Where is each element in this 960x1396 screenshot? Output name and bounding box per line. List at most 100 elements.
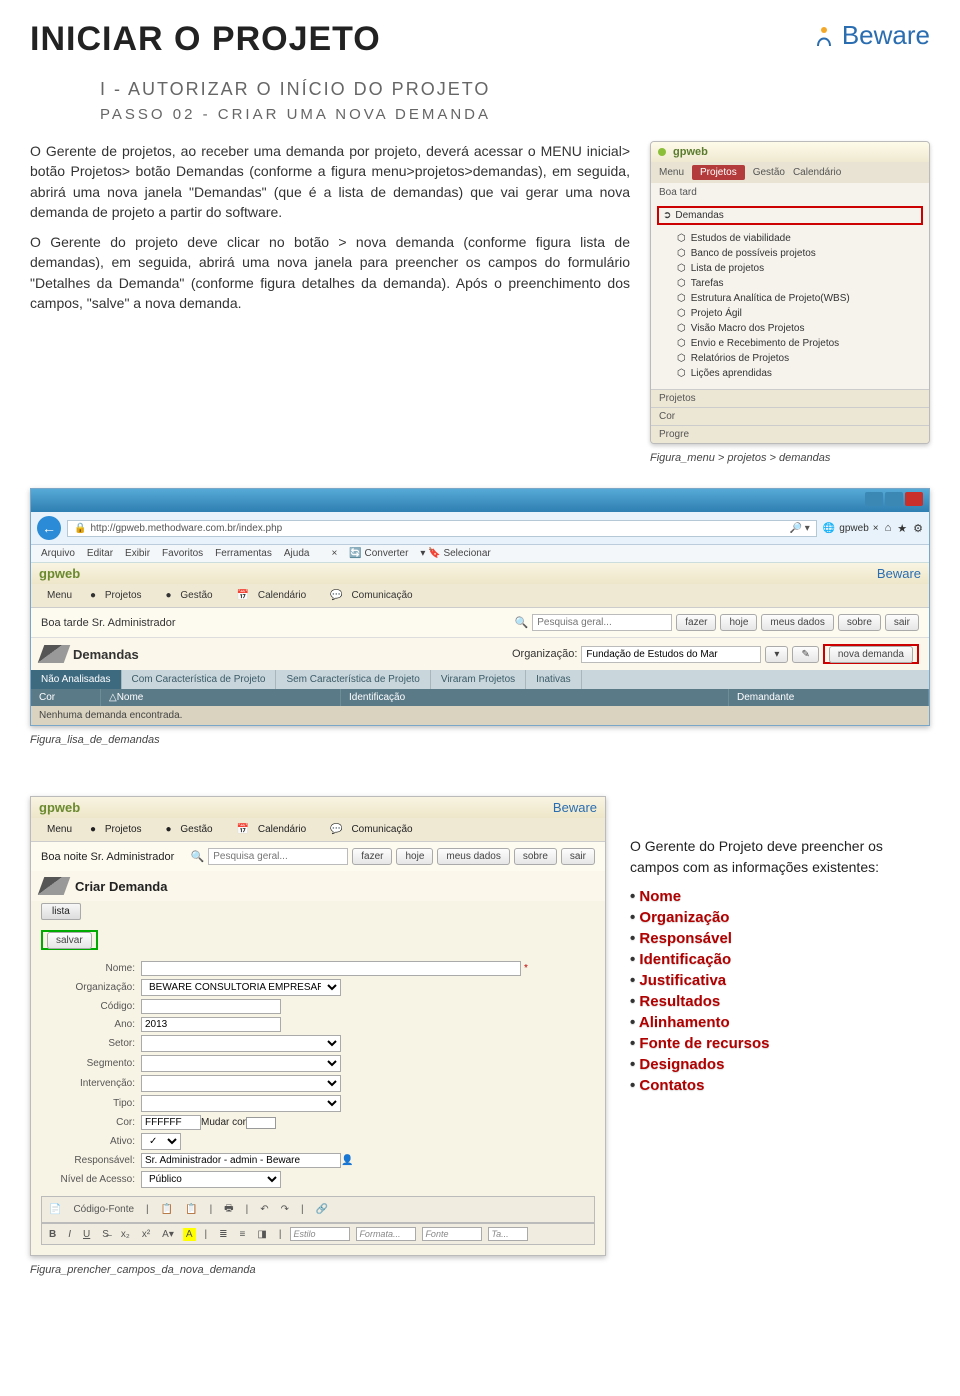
list-item[interactable]: ⬡Visão Macro dos Projetos: [677, 321, 923, 336]
rte-toolbar-2[interactable]: BIUS̶x₂x²A▾A|≣≡◨|: [41, 1223, 595, 1245]
back-icon[interactable]: ←: [37, 516, 61, 540]
list-item[interactable]: ⬡Envio e Recebimento de Projetos: [677, 336, 923, 351]
ativo-select[interactable]: ✓: [141, 1133, 181, 1150]
org-input[interactable]: [581, 646, 761, 663]
submenu-list: ⬡Estudos de viabilidade ⬡Banco de possív…: [651, 229, 929, 389]
codigo-label: Código:: [41, 1001, 141, 1012]
app-name: gpweb: [39, 800, 80, 815]
paragraph-1: O Gerente de projetos, ao receber uma de…: [30, 141, 630, 222]
meus-dados-button[interactable]: meus dados: [761, 614, 833, 631]
gear-icon[interactable]: ⚙: [913, 522, 923, 535]
segmento-select[interactable]: [141, 1055, 341, 1072]
empty-state: Nenhuma demanda encontrada.: [31, 706, 929, 725]
field-list: Nome Organização Responsável Identificaç…: [630, 886, 930, 1096]
sair-button[interactable]: sair: [561, 848, 595, 865]
cor-input[interactable]: [141, 1115, 201, 1130]
sair-button[interactable]: sair: [885, 614, 919, 631]
main-tabs[interactable]: Menu ● Projetos ● Gestão 📅 Calendário 💬 …: [31, 584, 929, 608]
search-input[interactable]: [208, 848, 348, 865]
rte-toolbar-1[interactable]: 📄Código-Fonte|📋📋|🖶|↶↷|🔗: [41, 1196, 595, 1223]
list-item[interactable]: ⬡Relatórios de Projetos: [677, 351, 923, 366]
mudar-cor[interactable]: Mudar cor: [201, 1117, 246, 1128]
salvar-button[interactable]: salvar: [47, 932, 92, 949]
list-item[interactable]: ⬡Tarefas: [677, 276, 923, 291]
nova-demanda-button[interactable]: nova demanda: [829, 646, 913, 663]
responsavel-input[interactable]: [141, 1153, 341, 1168]
org-select[interactable]: BEWARE CONSULTORIA EMPRESARIAL LTDA: [141, 979, 341, 996]
field-item: Alinhamento: [630, 1012, 930, 1033]
browser-tab[interactable]: 🌐gpweb×: [823, 523, 879, 534]
greeting: Boa tard: [651, 183, 929, 202]
figure3-caption: Figura_prencher_campos_da_nova_demanda: [30, 1264, 606, 1276]
pencil-icon: [38, 645, 71, 663]
list-item[interactable]: ⬡Estrutura Analítica de Projeto(WBS): [677, 291, 923, 306]
fazer-button[interactable]: fazer: [352, 848, 392, 865]
hoje-button[interactable]: hoje: [396, 848, 433, 865]
tipo-label: Tipo:: [41, 1098, 141, 1109]
user-picker-icon[interactable]: 👤: [341, 1155, 353, 1166]
home-icon[interactable]: ⌂: [885, 522, 892, 534]
lista-tab[interactable]: lista: [41, 903, 81, 920]
field-item: Responsável: [630, 928, 930, 949]
nome-label: Nome:: [41, 963, 141, 974]
sobre-button[interactable]: sobre: [514, 848, 557, 865]
ano-input[interactable]: [141, 1017, 281, 1032]
nivel-select[interactable]: Público: [141, 1171, 281, 1188]
beware-icon: [812, 24, 836, 48]
segmento-label: Segmento:: [41, 1058, 141, 1069]
form-criar-demanda: Nome:* Organização:BEWARE CONSULTORIA EM…: [31, 954, 605, 1255]
intervencao-select[interactable]: [141, 1075, 341, 1092]
search-input[interactable]: [532, 614, 672, 631]
figure-lista-demandas: ← 🔒 http://gpweb.methodware.com.br/index…: [30, 488, 930, 726]
codigo-input[interactable]: [141, 999, 281, 1014]
field-item: Resultados: [630, 991, 930, 1012]
list-item[interactable]: ⬡Projeto Ágil: [677, 306, 923, 321]
figure2-caption: Figura_lisa_de_demandas: [30, 734, 930, 746]
section-title: I - AUTORIZAR O INÍCIO DO PROJETO: [100, 79, 930, 100]
figure-menu-projetos-demandas: gpweb Menu Projetos Gestão Calendário Bo…: [650, 141, 930, 444]
meus-dados-button[interactable]: meus dados: [437, 848, 509, 865]
sobre-button[interactable]: sobre: [838, 614, 881, 631]
tab-projetos[interactable]: Projetos: [692, 165, 745, 180]
greeting: Boa noite Sr. Administrador: [41, 851, 174, 863]
filter-tabs[interactable]: Não Analisadas Com Característica de Pro…: [31, 670, 929, 689]
rte-formata[interactable]: [356, 1227, 416, 1241]
tab-gestao[interactable]: Gestão: [753, 167, 785, 178]
main-tabs[interactable]: Menu ● Projetos ● Gestão 📅 Calendário 💬 …: [31, 818, 605, 842]
intervencao-label: Intervenção:: [41, 1078, 141, 1089]
side-progre: Progre: [651, 425, 929, 443]
arrow-icon: ➲: [663, 210, 671, 221]
tab-calendario[interactable]: Calendário: [793, 167, 841, 178]
rte-ta[interactable]: [488, 1227, 528, 1241]
org-dropdown[interactable]: ▾: [765, 646, 788, 663]
org-search[interactable]: ✎: [792, 646, 818, 663]
body-text: O Gerente de projetos, ao receber uma de…: [30, 141, 630, 464]
tipo-select[interactable]: [141, 1095, 341, 1112]
window-controls[interactable]: [863, 492, 923, 509]
rte-estilo[interactable]: [290, 1227, 350, 1241]
demandas-title: Demandas: [73, 647, 139, 662]
ie-menubar[interactable]: ArquivoEditarExibirFavoritosFerramentasA…: [31, 545, 929, 563]
tab-menu[interactable]: Menu: [659, 167, 684, 178]
list-item[interactable]: ⬡Lista de projetos: [677, 261, 923, 276]
field-item: Organização: [630, 907, 930, 928]
brand-text: Beware: [842, 20, 930, 51]
address-bar[interactable]: 🔒 http://gpweb.methodware.com.br/index.p…: [67, 520, 817, 537]
responsavel-label: Responsável:: [41, 1155, 141, 1166]
fazer-button[interactable]: fazer: [676, 614, 716, 631]
nome-input[interactable]: [141, 961, 521, 976]
list-item[interactable]: ⬡Lições aprendidas: [677, 366, 923, 381]
highlight-demandas[interactable]: ➲ Demandas: [657, 206, 923, 225]
hoje-button[interactable]: hoje: [720, 614, 757, 631]
setor-select[interactable]: [141, 1035, 341, 1052]
list-item[interactable]: ⬡Estudos de viabilidade: [677, 231, 923, 246]
instructions-text: O Gerente do Projeto deve preencher os c…: [630, 836, 930, 878]
app-brand: Beware: [877, 566, 921, 581]
nivel-label: Nível de Acesso:: [41, 1174, 141, 1185]
list-item[interactable]: ⬡Banco de possíveis projetos: [677, 246, 923, 261]
pencil-icon: [38, 877, 71, 895]
rte-fonte[interactable]: [422, 1227, 482, 1241]
search-icon: 🔍: [191, 850, 205, 863]
star-icon[interactable]: ★: [897, 522, 907, 535]
app-name: gpweb: [39, 566, 80, 581]
